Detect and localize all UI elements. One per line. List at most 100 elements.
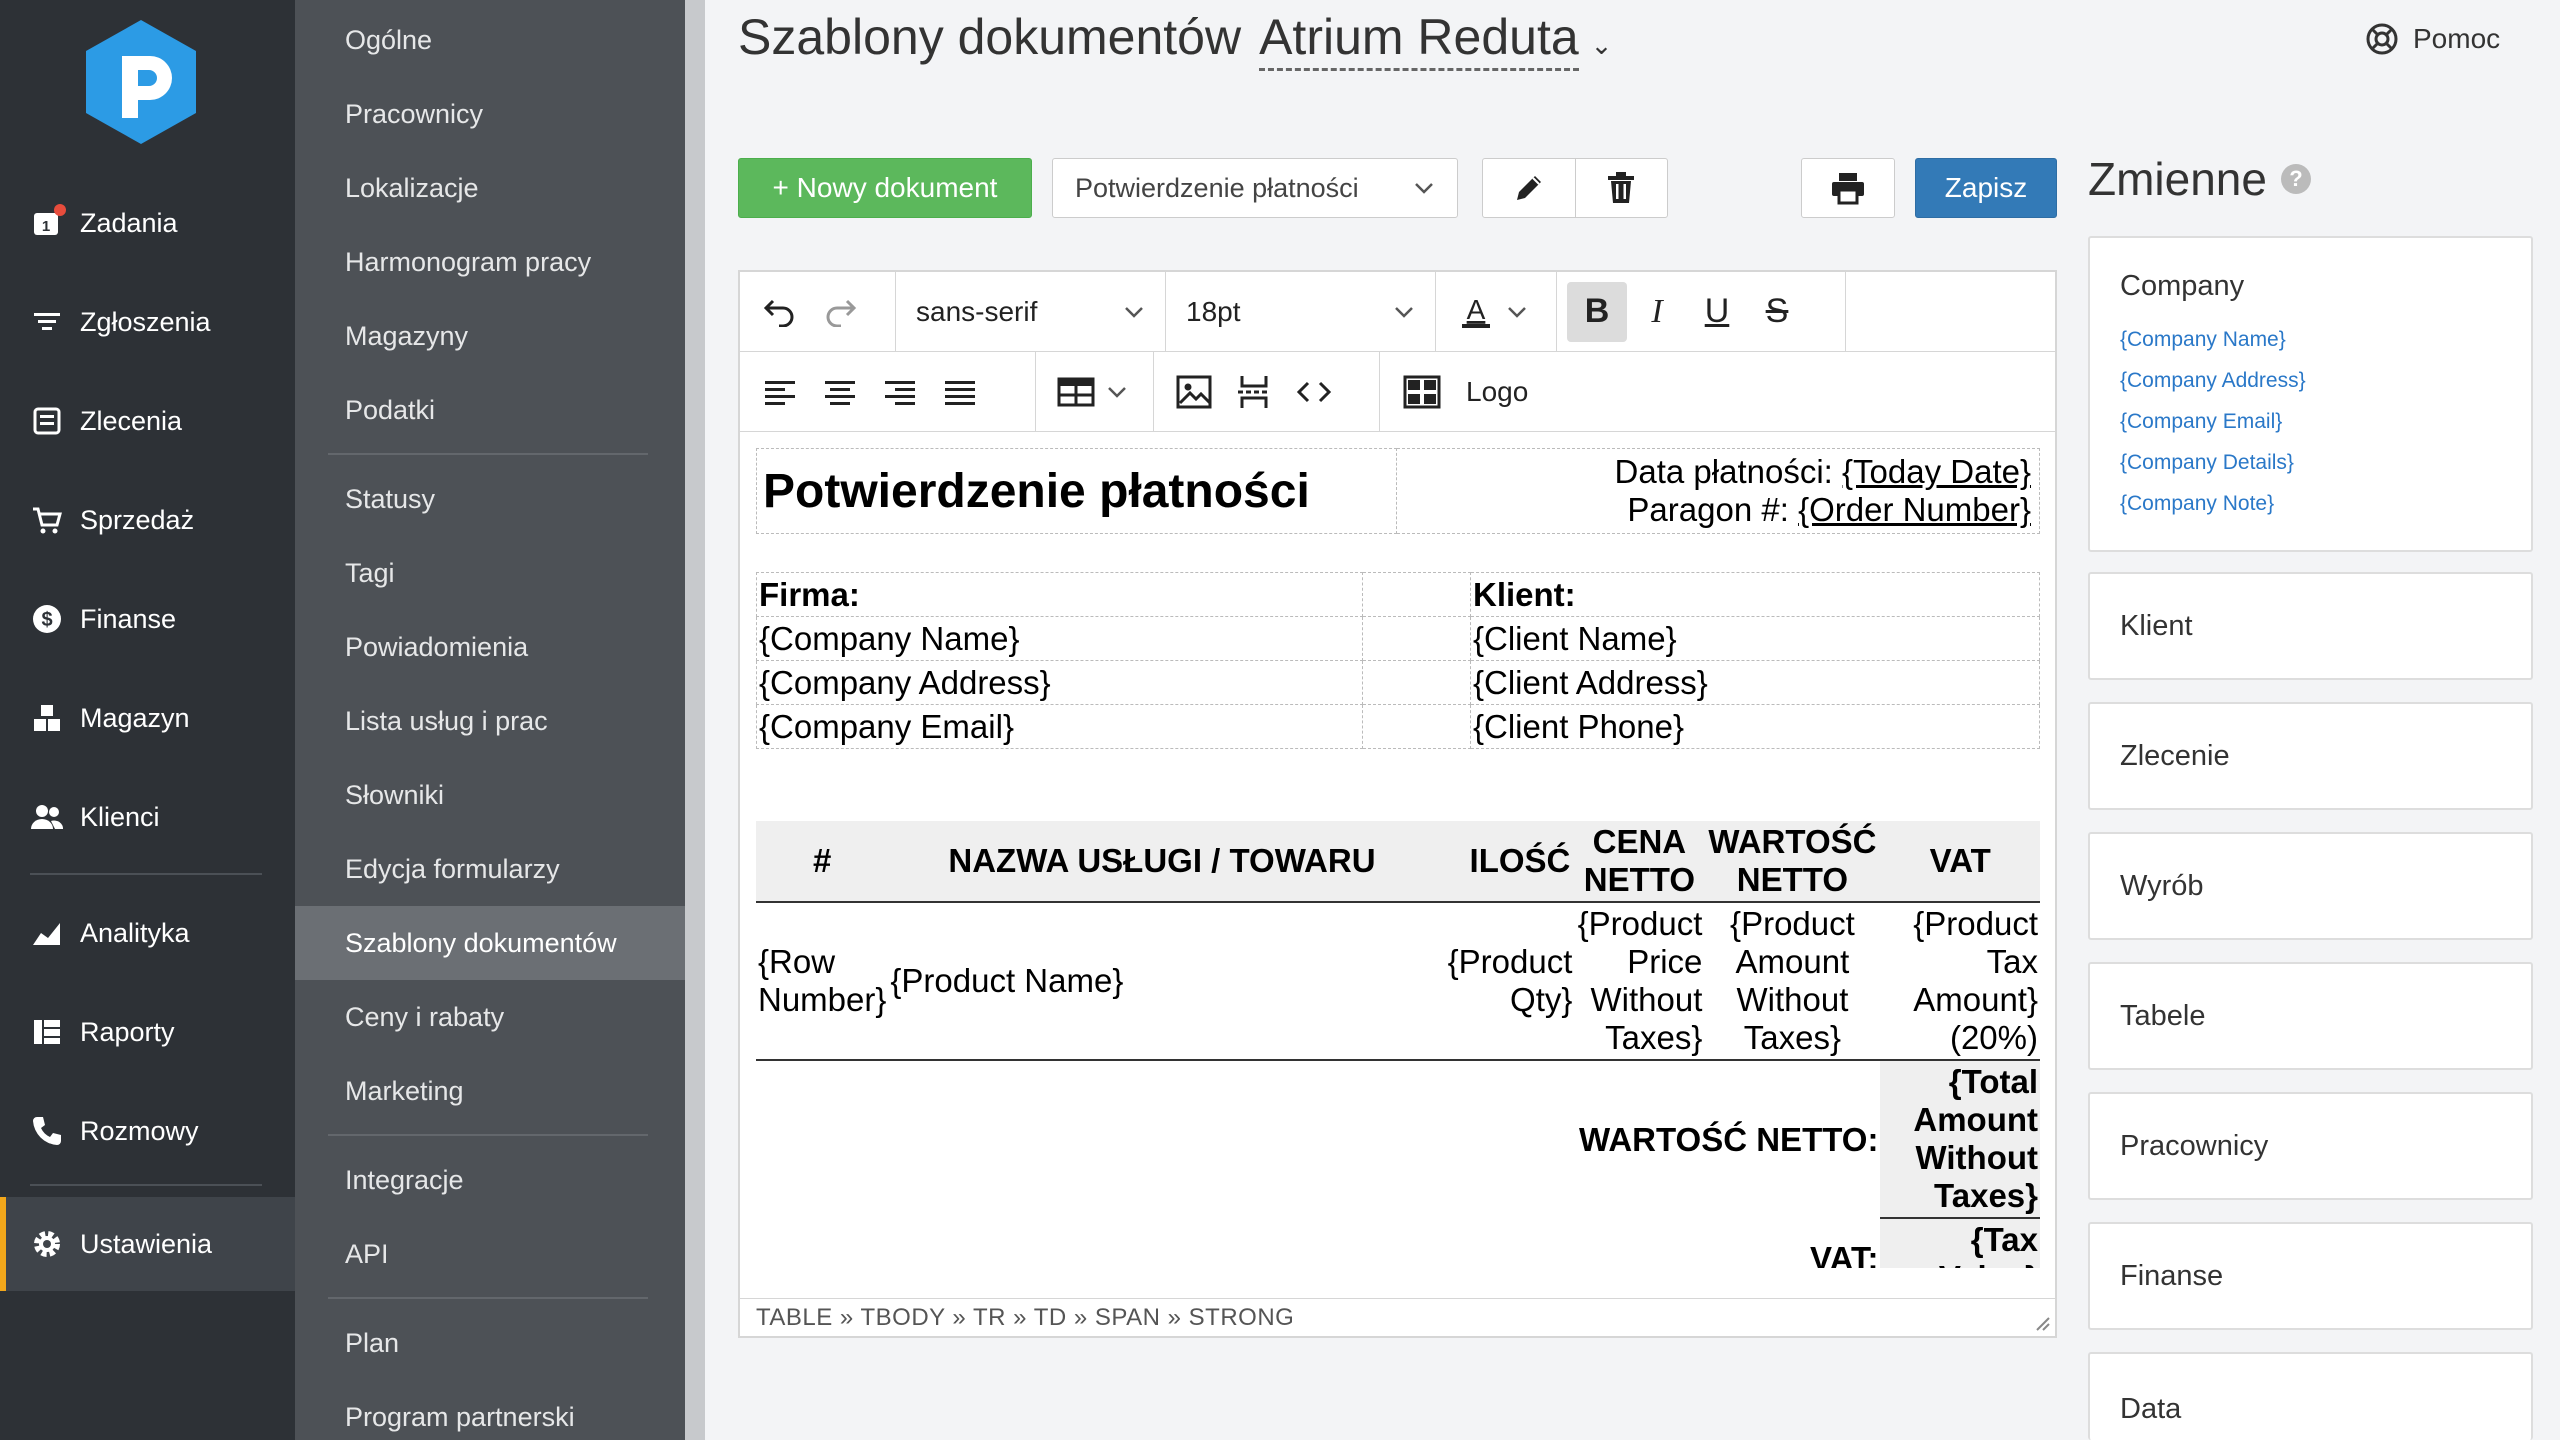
dollar-icon: $ <box>30 602 64 636</box>
settings-item-magazyny[interactable]: Magazyny <box>295 299 685 373</box>
nav-zgloszenia[interactable]: Zgłoszenia <box>0 277 295 367</box>
nav-zlecenia[interactable]: Zlecenia <box>0 376 295 466</box>
settings-item-lokalizacje[interactable]: Lokalizacje <box>295 151 685 225</box>
variables-group-tabele[interactable]: Tabele <box>2088 962 2533 1070</box>
align-left-icon[interactable] <box>750 362 810 422</box>
variables-group-klient[interactable]: Klient <box>2088 572 2533 680</box>
nav-klienci[interactable]: Klienci <box>0 772 295 862</box>
settings-item-pracownicy[interactable]: Pracownicy <box>295 77 685 151</box>
nav-ustawienia[interactable]: Ustawienia <box>0 1197 295 1291</box>
reports-icon <box>30 1015 64 1049</box>
settings-item-api[interactable]: API <box>295 1217 685 1291</box>
items-header-row: # NAZWA USŁUGI / TOWARU ILOŚĆ CENA NETTO… <box>756 821 2040 903</box>
tasks-icon: 1 <box>30 204 66 240</box>
doc-title: Potwierdzenie płatności <box>756 448 1397 534</box>
orders-icon <box>30 404 64 438</box>
nav-magazyn[interactable]: Magazyn <box>0 673 295 763</box>
align-center-icon[interactable] <box>810 362 870 422</box>
chevron-down-icon[interactable] <box>1106 382 1128 402</box>
client-name-var: {Client Name} <box>1470 616 2040 661</box>
resize-handle-icon[interactable] <box>2033 1314 2051 1332</box>
svg-text:$: $ <box>41 609 52 631</box>
items-row: {Row Number} {Product Name} {Product Qty… <box>756 902 2040 1061</box>
sidebar-scrollbar[interactable] <box>685 0 705 1440</box>
align-justify-icon[interactable] <box>930 362 990 422</box>
delete-template-button[interactable] <box>1574 159 1668 217</box>
template-actions <box>1482 158 1668 218</box>
variables-title: Zmienne ? <box>2088 152 2311 206</box>
image-icon[interactable] <box>1164 362 1224 422</box>
table-icon[interactable] <box>1046 362 1106 422</box>
company-name-var: {Company Name} <box>756 616 1363 661</box>
undo-icon[interactable] <box>750 282 810 342</box>
variables-group-title[interactable]: Company <box>2120 270 2531 303</box>
help-link[interactable]: Pomoc <box>2365 22 2500 56</box>
strikethrough-icon[interactable]: S <box>1747 282 1807 342</box>
filter-icon <box>30 305 64 339</box>
template-select[interactable]: Potwierdzenie płatności <box>1052 158 1458 218</box>
location-selector[interactable]: Atrium Reduta <box>1259 8 1579 71</box>
align-right-icon[interactable] <box>870 362 930 422</box>
text-color-icon[interactable]: A <box>1446 282 1506 342</box>
app-logo[interactable] <box>82 18 200 146</box>
help-question-icon[interactable]: ? <box>2280 164 2311 194</box>
variable-company-address[interactable]: {Company Address} <box>2120 360 2531 401</box>
settings-item-harmonogram[interactable]: Harmonogram pracy <box>295 225 685 299</box>
trash-icon <box>1608 172 1635 203</box>
chevron-down-icon[interactable] <box>1506 302 1528 322</box>
variable-company-details[interactable]: {Company Details} <box>2120 442 2531 483</box>
settings-item-ceny[interactable]: Ceny i rabaty <box>295 980 685 1054</box>
insert-logo-button[interactable]: Logo <box>1380 352 1538 431</box>
nav-analityka[interactable]: Analityka <box>0 888 295 978</box>
font-family-select[interactable]: sans-serif <box>906 296 1155 328</box>
variable-company-email[interactable]: {Company Email} <box>2120 401 2531 442</box>
code-icon[interactable] <box>1284 362 1344 422</box>
settings-item-lista-uslug[interactable]: Lista usług i prac <box>295 684 685 758</box>
edit-template-button[interactable] <box>1483 159 1575 217</box>
company-email-var: {Company Email} <box>756 704 1363 749</box>
variables-group-data[interactable]: Data <box>2088 1352 2533 1440</box>
page-break-icon[interactable] <box>1224 362 1284 422</box>
settings-item-ogolne[interactable]: Ogólne <box>295 3 685 77</box>
new-document-button[interactable]: + Nowy dokument <box>738 158 1032 218</box>
font-size-select[interactable]: 18pt <box>1176 296 1425 328</box>
items-table: # NAZWA USŁUGI / TOWARU ILOŚĆ CENA NETTO… <box>756 821 2040 1268</box>
nav-zadania[interactable]: 1 Zadania <box>0 178 295 268</box>
settings-item-edycja-formularzy[interactable]: Edycja formularzy <box>295 832 685 906</box>
underline-icon[interactable]: U <box>1687 282 1747 342</box>
chevron-down-icon[interactable]: ⌄ <box>1591 30 1613 61</box>
settings-item-powiadomienia[interactable]: Powiadomienia <box>295 610 685 684</box>
document-content[interactable]: Potwierdzenie płatności Data płatności: … <box>756 448 2042 1268</box>
settings-item-plan[interactable]: Plan <box>295 1306 685 1380</box>
variable-company-note[interactable]: {Company Note} <box>2120 483 2531 524</box>
logo-icon <box>1392 362 1452 422</box>
nav-raporty[interactable]: Raporty <box>0 987 295 1077</box>
chevron-down-icon <box>1125 306 1143 318</box>
settings-item-slowniki[interactable]: Słowniki <box>295 758 685 832</box>
settings-item-szablony[interactable]: Szablony dokumentów <box>295 906 685 980</box>
nav-sprzedaz[interactable]: Sprzedaż <box>0 475 295 565</box>
nav-separator <box>30 873 262 875</box>
settings-item-integracje[interactable]: Integracje <box>295 1143 685 1217</box>
nav-finanse[interactable]: $ Finanse <box>0 574 295 664</box>
variables-group-finanse[interactable]: Finanse <box>2088 1222 2533 1330</box>
redo-icon[interactable] <box>810 282 870 342</box>
settings-item-podatki[interactable]: Podatki <box>295 373 685 447</box>
print-button[interactable] <box>1801 158 1895 218</box>
save-button[interactable]: Zapisz <box>1915 158 2057 218</box>
variables-group-wyrob[interactable]: Wyrób <box>2088 832 2533 940</box>
client-phone-var: {Client Phone} <box>1470 704 2040 749</box>
settings-item-partner[interactable]: Program partnerski <box>295 1380 685 1440</box>
nav-rozmowy[interactable]: Rozmowy <box>0 1086 295 1176</box>
primary-sidebar: 1 Zadania Zgłoszenia Zlecenia Sprzedaż $… <box>0 0 295 1440</box>
variables-group-pracownicy[interactable]: Pracownicy <box>2088 1092 2533 1200</box>
variable-company-name[interactable]: {Company Name} <box>2120 319 2531 360</box>
variables-group-zlecenie[interactable]: Zlecenie <box>2088 702 2533 810</box>
settings-item-statusy[interactable]: Statusy <box>295 462 685 536</box>
italic-icon[interactable]: I <box>1627 282 1687 342</box>
settings-item-marketing[interactable]: Marketing <box>295 1054 685 1128</box>
editor-toolbar-row-1: sans-serif 18pt A B I U S <box>740 272 2055 352</box>
bold-icon[interactable]: B <box>1567 281 1627 342</box>
settings-item-tagi[interactable]: Tagi <box>295 536 685 610</box>
gear-icon <box>30 1227 64 1261</box>
